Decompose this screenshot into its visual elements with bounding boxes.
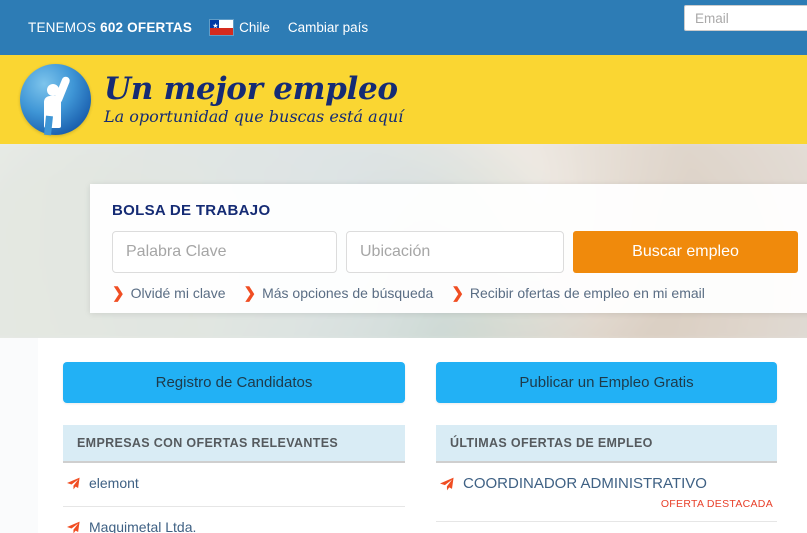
- chevron-right-icon: ❯: [243, 284, 257, 302]
- logo-tagline: La oportunidad que buscas está aquí: [104, 107, 404, 126]
- send-arrow-icon: [67, 477, 80, 495]
- send-arrow-icon: [67, 521, 80, 533]
- search-quick-links: ❯ Olvidé mi clave ❯ Más opciones de búsq…: [112, 285, 807, 301]
- list-item-body: Maquimetal Ltda.: [89, 519, 401, 533]
- company-name: elemont: [89, 475, 139, 491]
- company-name: Maquimetal Ltda.: [89, 519, 197, 533]
- forgot-password-label: Olvidé mi clave: [130, 285, 226, 301]
- chevron-right-icon: ❯: [451, 284, 464, 302]
- logo-title: Un mejor empleo: [104, 71, 398, 107]
- chevron-right-icon: ❯: [112, 284, 125, 302]
- list-item-body: COORDINADOR ADMINISTRATIVO OFERTA DESTAC…: [463, 475, 773, 510]
- forgot-password-link[interactable]: ❯ Olvidé mi clave: [112, 285, 226, 301]
- email-alerts-link[interactable]: ❯ Recibir ofertas de empleo en mi email: [451, 285, 705, 301]
- companies-column: EMPRESAS CON OFERTAS RELEVANTES elemont …: [63, 425, 405, 533]
- keyword-field-wrapper[interactable]: [112, 231, 337, 273]
- email-input[interactable]: [695, 10, 807, 26]
- latest-jobs-section-heading: ÚLTIMAS OFERTAS DE EMPLEO: [436, 425, 777, 463]
- keyword-input[interactable]: [126, 243, 323, 261]
- person-circle-logo-icon[interactable]: [20, 64, 91, 136]
- chile-flag-icon: ★: [210, 20, 234, 35]
- content-section: Registro de Candidatos Publicar un Emple…: [0, 338, 807, 533]
- content-panel: Registro de Candidatos Publicar un Emple…: [38, 338, 807, 533]
- email-alerts-label: Recibir ofertas de empleo en mi email: [469, 285, 705, 301]
- list-item[interactable]: Maquimetal Ltda.: [63, 507, 405, 533]
- job-search-card: BOLSA DE TRABAJO Buscar empleo ❯ Olvidé …: [90, 184, 807, 313]
- more-search-options-link[interactable]: ❯ Más opciones de búsqueda: [244, 285, 434, 301]
- send-arrow-icon: [440, 477, 454, 496]
- location-field-wrapper[interactable]: [346, 231, 564, 273]
- location-input[interactable]: [360, 243, 550, 261]
- hero-section: BOLSA DE TRABAJO Buscar empleo ❯ Olvidé …: [0, 144, 807, 338]
- logo-text-block[interactable]: Un mejor empleo La oportunidad que busca…: [104, 74, 403, 125]
- top-bar: TENEMOS 602 OFERTAS ★ Chile Cambiar país: [0, 0, 807, 55]
- list-item[interactable]: elemont: [63, 463, 405, 507]
- more-search-options-label: Más opciones de búsqueda: [262, 285, 434, 301]
- offers-prefix: TENEMOS: [28, 20, 101, 35]
- offers-count: 602 OFERTAS: [100, 20, 193, 35]
- country-name: Chile: [239, 20, 270, 35]
- change-country-link[interactable]: Cambiar país: [288, 20, 368, 35]
- country-selector[interactable]: ★ Chile: [210, 20, 270, 35]
- search-jobs-button[interactable]: Buscar empleo: [573, 231, 798, 273]
- list-item[interactable]: COORDINADOR ADMINISTRATIVO OFERTA DESTAC…: [436, 463, 777, 522]
- search-form-row: Buscar empleo: [112, 231, 807, 273]
- brand-banner: Un mejor empleo La oportunidad que busca…: [0, 55, 807, 144]
- offers-counter: TENEMOS 602 OFERTAS: [28, 20, 192, 35]
- list-item-body: elemont: [89, 475, 401, 491]
- latest-jobs-column: ÚLTIMAS OFERTAS DE EMPLEO COORDINADOR AD…: [436, 425, 777, 533]
- list-item[interactable]: Ejecutivo Senior en Telecomunicaciones: [436, 522, 777, 533]
- search-card-title: BOLSA DE TRABAJO: [112, 202, 271, 219]
- status-badge: OFERTA DESTACADA: [660, 498, 773, 510]
- companies-section-heading: EMPRESAS CON OFERTAS RELEVANTES: [63, 425, 405, 463]
- post-job-button[interactable]: Publicar un Empleo Gratis: [436, 362, 777, 403]
- listing-columns: EMPRESAS CON OFERTAS RELEVANTES elemont …: [38, 403, 807, 533]
- job-title: COORDINADOR ADMINISTRATIVO: [463, 475, 707, 492]
- email-field-wrapper[interactable]: [684, 5, 807, 31]
- candidate-registration-button[interactable]: Registro de Candidatos: [63, 362, 405, 403]
- cta-button-row: Registro de Candidatos Publicar un Emple…: [38, 338, 807, 403]
